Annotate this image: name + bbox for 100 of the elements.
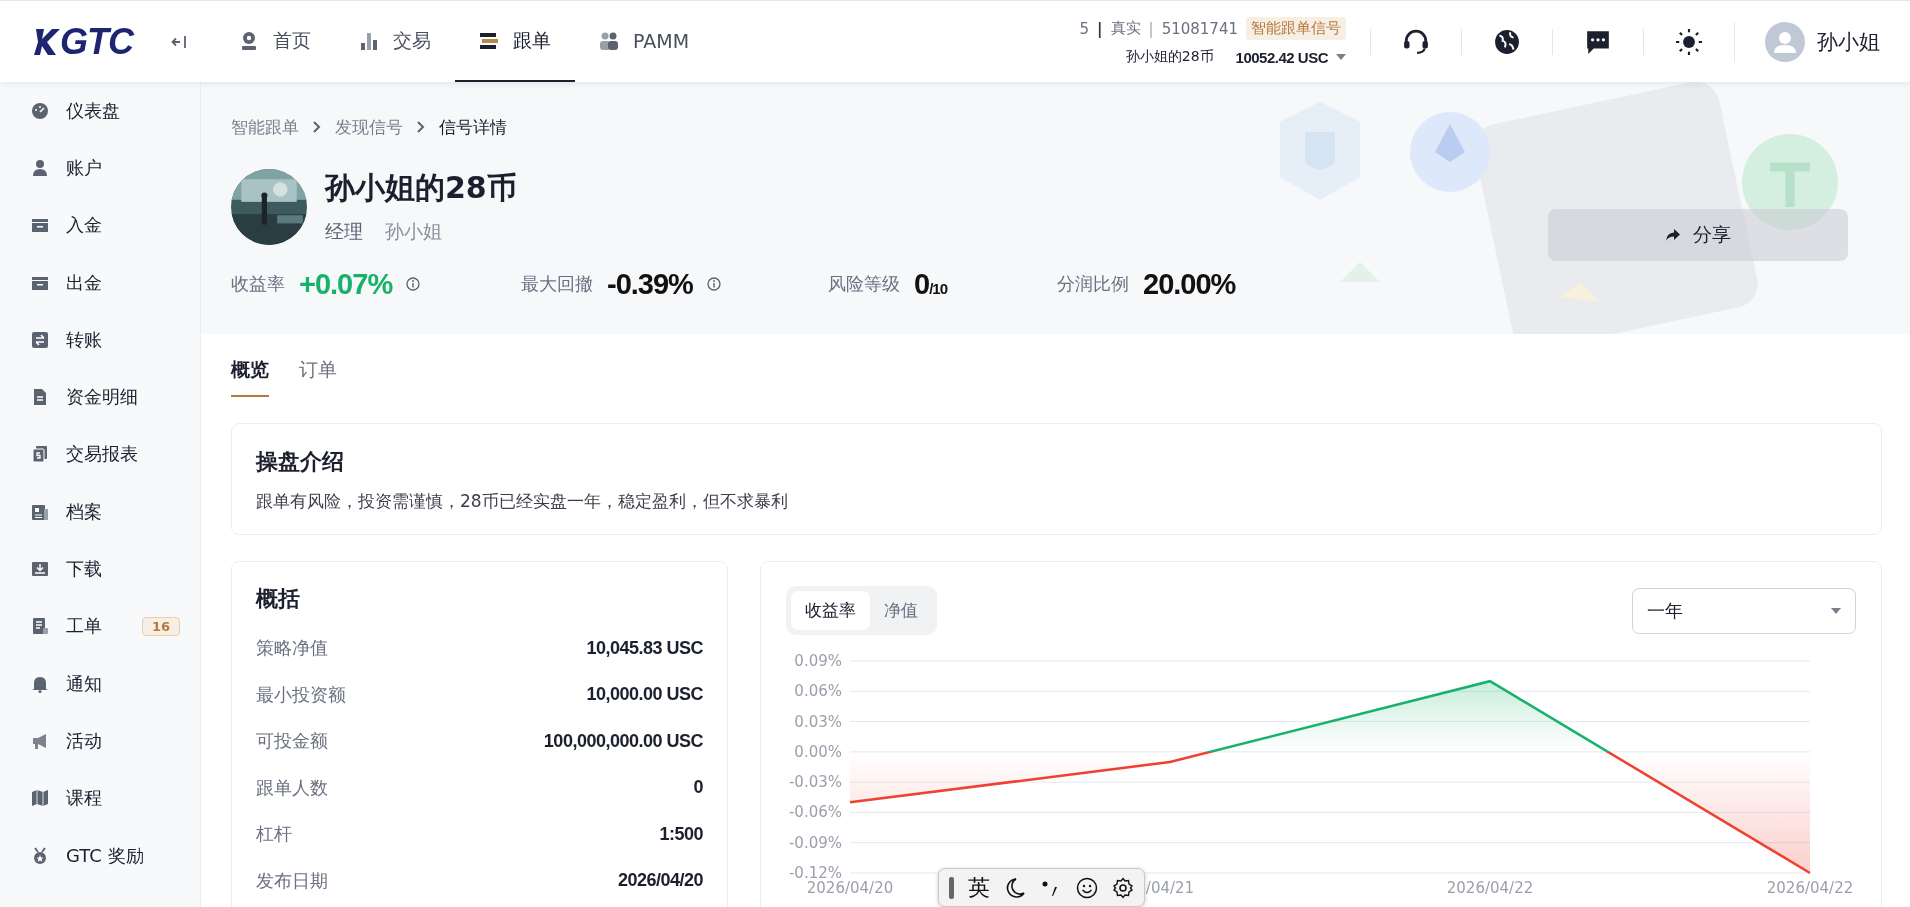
sun-icon[interactable] [1676, 28, 1702, 55]
sidebar-label: 资金明细 [66, 385, 138, 410]
breadcrumb-link[interactable]: 信号详情 [439, 117, 507, 137]
segment-tab[interactable]: 净值 [870, 591, 932, 630]
field-value: 0 [693, 777, 703, 799]
info-icon[interactable] [706, 277, 721, 291]
moon-icon[interactable] [1004, 876, 1026, 899]
smiley-icon[interactable] [1076, 876, 1098, 899]
chevron-icon [417, 121, 425, 133]
field-value: 100,000,000.00 USC [543, 730, 703, 752]
stat-label: 收益率 [231, 272, 285, 296]
people-icon [599, 30, 619, 51]
nav-tab[interactable]: PAMM [575, 1, 714, 82]
field-value: 10,045.83 USC [586, 637, 703, 659]
field-label: 策略净值 [256, 636, 328, 661]
sidebar-label: 课程 [66, 786, 102, 811]
bell-icon [31, 674, 49, 693]
tray-icon [31, 216, 49, 235]
tab[interactable]: 概览 [231, 357, 269, 397]
sidebar-item[interactable]: GTC 奖励 [0, 826, 200, 885]
user-name[interactable]: 孙小姐 [1817, 27, 1880, 56]
account-number-text: 51081741 [1161, 19, 1238, 38]
axis-label: 0.09% [794, 652, 842, 670]
nav-tab[interactable]: 首页 [215, 1, 335, 82]
book-icon [31, 789, 49, 808]
logo-mark-icon [34, 26, 60, 57]
sidebar-label: 仪表盘 [66, 98, 120, 123]
sidebar-item[interactable]: 交易报表 [0, 425, 200, 484]
sidebar-item[interactable]: 资金明细 [0, 368, 200, 426]
axis-label: -0.03% [788, 773, 842, 792]
sidebar-item[interactable]: 下载 [0, 540, 200, 598]
sidebar-item[interactable]: 账户 [0, 139, 200, 197]
sidebar-item[interactable]: 工单 16 [0, 597, 200, 655]
settings-icon[interactable] [1112, 876, 1134, 899]
sidebar-item[interactable]: 课程 [0, 769, 200, 827]
stat-value: 20.00% [1143, 267, 1236, 301]
tier-text: 5 [1079, 19, 1090, 38]
tab[interactable]: 订单 [299, 357, 337, 397]
headset-icon[interactable] [1403, 28, 1429, 55]
field-label: 跟单人数 [256, 775, 328, 800]
drag-handle-icon[interactable] [949, 876, 954, 899]
axis-label: -0.09% [788, 833, 842, 852]
input-mode-key[interactable]: 英 [968, 872, 990, 903]
sidebar-item[interactable]: 入金 [0, 196, 200, 254]
stat-value: -0.39% [607, 267, 693, 301]
share-button[interactable]: 分享 [1548, 209, 1848, 261]
count-badge: 16 [141, 616, 180, 636]
chat-icon[interactable] [1585, 28, 1611, 55]
transfer-icon [31, 330, 49, 349]
field-value: 1:500 [659, 823, 703, 845]
chevron-icon [313, 121, 321, 133]
form-icon [31, 617, 49, 636]
field-label: 发布日期 [256, 868, 328, 893]
sidebar-item[interactable]: 活动 [0, 712, 200, 770]
sidebar-label: 活动 [66, 728, 102, 753]
separator-text: | [1097, 19, 1103, 38]
field-value: 2026/04/20 [617, 870, 703, 892]
sidebar-label: 入金 [66, 213, 102, 238]
breadcrumb-link[interactable]: 发现信号 [335, 117, 403, 137]
sidebar-label: 通知 [66, 671, 102, 696]
info-icon[interactable] [406, 277, 421, 291]
axis-label: 0.06% [794, 682, 842, 701]
card-title: 操盘介绍 [256, 448, 345, 476]
axis-label: 0.03% [794, 712, 842, 731]
sidebar-item[interactable]: 出金 [0, 253, 200, 312]
sidebar-item[interactable]: 仪表盘 [0, 82, 200, 140]
stat-label: 分润比例 [1057, 272, 1129, 296]
account-name[interactable]: 孙小姐的28币 [1125, 48, 1214, 66]
field-label: 杠杆 [256, 822, 292, 847]
sidebar-label: 工单 [66, 614, 102, 639]
collapse-icon[interactable] [171, 34, 187, 49]
megaphone-icon [31, 731, 49, 750]
sidebar-item[interactable]: 档案 [0, 483, 200, 541]
axis-label: /04/21 [1145, 879, 1195, 897]
sidebar-label: 转账 [66, 327, 102, 352]
axis-label: -0.12% [788, 864, 842, 882]
medal-icon [31, 846, 49, 865]
account-type-text: 真实 [1110, 19, 1141, 38]
sidebar-label: 下载 [66, 557, 102, 581]
field-label: 可投金额 [256, 729, 328, 754]
axis-label: 2026/04/22 [1446, 879, 1534, 897]
sidebar-label: GTC 奖励 [66, 843, 144, 868]
signal-title: 孙小姐的28币 [325, 169, 517, 207]
logo-text[interactable]: GTC [60, 20, 133, 63]
field-value: 10,000.00 USC [586, 684, 703, 706]
caret-icon[interactable] [1336, 54, 1346, 60]
stacked-bars-icon [479, 30, 499, 51]
account-balance: 10052.42 USC [1235, 48, 1328, 66]
stat-label: 风险等级 [828, 272, 900, 296]
axis-label: -0.06% [788, 803, 842, 822]
nav-tab[interactable]: 交易 [335, 1, 455, 82]
sidebar-label: 档案 [66, 499, 102, 524]
period-dropdown[interactable]: 一年 [1632, 587, 1856, 634]
sidebar-label: 出金 [66, 270, 102, 295]
sidebar-item[interactable]: 转账 [0, 311, 200, 369]
globe-icon[interactable] [1494, 28, 1520, 55]
breadcrumb-link[interactable]: 智能跟单 [231, 117, 299, 137]
segment-tab[interactable]: 收益率 [791, 591, 870, 630]
download-icon [31, 560, 49, 578]
sidebar-item[interactable]: 通知 [0, 654, 200, 713]
